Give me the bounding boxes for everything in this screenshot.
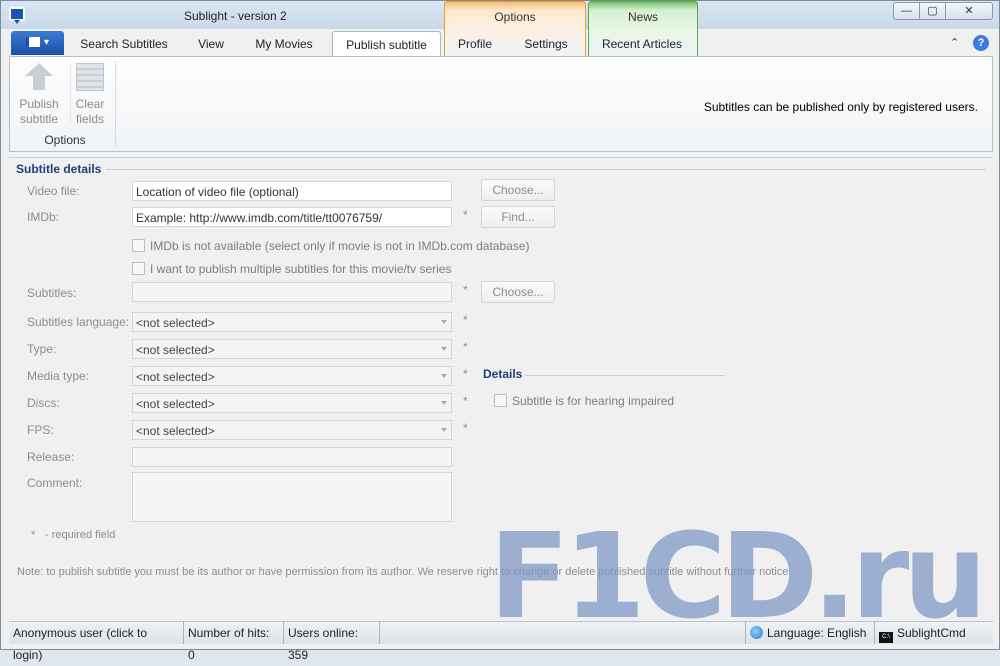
hearing-impaired-label: Subtitle is for hearing impaired — [512, 394, 675, 408]
imdb-required-mark: * — [463, 208, 468, 222]
fps-select[interactable]: <not selected> — [132, 420, 452, 440]
media-type-required-mark: * — [463, 367, 468, 381]
checkbox-box[interactable] — [494, 394, 507, 407]
tab-settings[interactable]: Settings — [515, 33, 577, 57]
section-title-rule — [106, 169, 986, 170]
release-input[interactable] — [132, 447, 452, 467]
language-selector[interactable]: Language: English — [745, 622, 875, 644]
checkbox-box[interactable] — [132, 239, 145, 252]
fps-required-mark: * — [463, 421, 468, 435]
context-label-news: News — [627, 10, 658, 24]
type-required-mark: * — [463, 340, 468, 354]
maximize-button[interactable]: ▢ — [919, 2, 946, 20]
chevron-down-icon — [441, 320, 447, 324]
media-type-value: <not selected> — [136, 370, 215, 384]
help-icon[interactable]: ? — [973, 35, 989, 51]
type-select[interactable]: <not selected> — [132, 339, 452, 359]
collapse-ribbon-icon[interactable]: ⌃ — [950, 36, 959, 49]
imdb-label: IMDb: — [27, 210, 60, 224]
discs-select[interactable]: <not selected> — [132, 393, 452, 413]
sublightcmd-button[interactable]: C:\ SublightCmd — [875, 622, 981, 644]
subtitles-choose-button[interactable]: Choose... — [481, 281, 555, 303]
app-menu-icon — [25, 37, 40, 48]
required-star: * — [31, 529, 36, 541]
multiple-subtitles-checkbox[interactable]: I want to publish multiple subtitles for… — [132, 262, 451, 276]
sublightcmd-label: SublightCmd — [897, 626, 966, 640]
clear-fields-label: Clear fields — [75, 97, 105, 126]
app-logo-icon — [9, 7, 25, 24]
minimize-button[interactable]: — — [893, 2, 920, 20]
tab-view[interactable]: View — [189, 33, 233, 57]
language-required-mark: * — [463, 313, 468, 327]
chevron-down-icon — [441, 347, 447, 351]
release-label: Release: — [27, 450, 75, 464]
imdb-input[interactable]: Example: http://www.imdb.com/title/tt007… — [132, 207, 452, 227]
subtitles-language-label: Subtitles language: — [27, 315, 130, 329]
section-divider — [9, 157, 993, 158]
context-label-options: Options — [494, 10, 536, 24]
checkbox-box[interactable] — [132, 262, 145, 275]
status-bar: Anonymous user (click to login) Number o… — [9, 621, 993, 662]
terminal-icon: C:\ — [879, 632, 893, 643]
required-field-hint: - required field — [45, 529, 116, 541]
ribbon-group-separator — [115, 61, 116, 147]
close-button[interactable]: ✕ — [945, 2, 993, 20]
hearing-impaired-checkbox[interactable]: Subtitle is for hearing impaired — [494, 394, 674, 408]
globe-icon — [750, 626, 763, 639]
comment-label: Comment: — [27, 476, 83, 490]
discs-required-mark: * — [463, 394, 468, 408]
multiple-subtitles-label: I want to publish multiple subtitles for… — [150, 262, 452, 276]
subtitles-required-mark: * — [463, 283, 468, 297]
ribbon-group-label: Options — [44, 133, 86, 147]
window-title: Sublight - version 2 — [184, 9, 287, 23]
video-file-choose-button[interactable]: Choose... — [481, 179, 555, 201]
tab-publish-subtitle[interactable]: Publish subtitle — [332, 31, 441, 58]
discs-label: Discs: — [27, 396, 60, 410]
media-type-label: Media type: — [27, 369, 90, 383]
registered-users-note: Subtitles can be published only by regis… — [703, 100, 978, 114]
comment-textarea[interactable] — [132, 472, 452, 522]
subtitles-language-select[interactable]: <not selected> — [132, 312, 452, 332]
chevron-down-icon — [441, 428, 447, 432]
upload-arrow-icon — [24, 63, 54, 93]
video-file-label: Video file: — [27, 184, 80, 198]
chevron-down-icon — [441, 374, 447, 378]
tab-search-subtitles[interactable]: Search Subtitles — [73, 33, 175, 57]
subtitles-input[interactable] — [132, 282, 452, 302]
imdb-unavailable-checkbox[interactable]: IMDb is not available (select only if mo… — [132, 239, 530, 253]
media-type-select[interactable]: <not selected> — [132, 366, 452, 386]
tab-profile[interactable]: Profile — [449, 33, 501, 57]
details-section-title: Details — [483, 367, 523, 381]
subtitles-language-value: <not selected> — [136, 316, 215, 330]
subtitles-label: Subtitles: — [27, 286, 77, 300]
tab-my-movies[interactable]: My Movies — [247, 33, 321, 57]
tab-recent-articles[interactable]: Recent Articles — [595, 33, 689, 57]
video-file-input[interactable]: Location of video file (optional) — [132, 181, 452, 201]
clear-fields-icon — [75, 63, 105, 93]
discs-value: <not selected> — [136, 397, 215, 411]
app-menu-button[interactable]: ▾ — [11, 31, 64, 55]
watermark-logo: F1CD.ru — [489, 507, 987, 645]
publish-subtitle-button[interactable]: Publish subtitle — [16, 61, 62, 127]
fps-value: <not selected> — [136, 424, 215, 438]
publish-subtitle-label: Publish subtitle — [19, 97, 59, 126]
type-value: <not selected> — [136, 343, 215, 357]
users-online-count: Users online: 359 — [284, 622, 380, 662]
details-title-rule — [525, 375, 725, 376]
clear-fields-button[interactable]: Clear fields — [67, 61, 113, 127]
hits-count: Number of hits: 0 — [184, 622, 284, 662]
fps-label: FPS: — [27, 423, 54, 437]
app-window: Sublight - version 2 Options News — ▢ ✕ … — [0, 0, 1000, 662]
ribbon-panel: Publish subtitle Clear fields Options Su… — [9, 56, 993, 152]
chevron-down-icon — [441, 401, 447, 405]
language-label: Language: English — [767, 626, 867, 640]
user-login-status[interactable]: Anonymous user (click to login) — [9, 622, 184, 662]
type-label: Type: — [27, 342, 57, 356]
imdb-unavailable-label: IMDb is not available (select only if mo… — [150, 239, 530, 253]
imdb-find-button[interactable]: Find... — [481, 206, 555, 228]
subtitle-details-title: Subtitle details — [16, 162, 102, 176]
